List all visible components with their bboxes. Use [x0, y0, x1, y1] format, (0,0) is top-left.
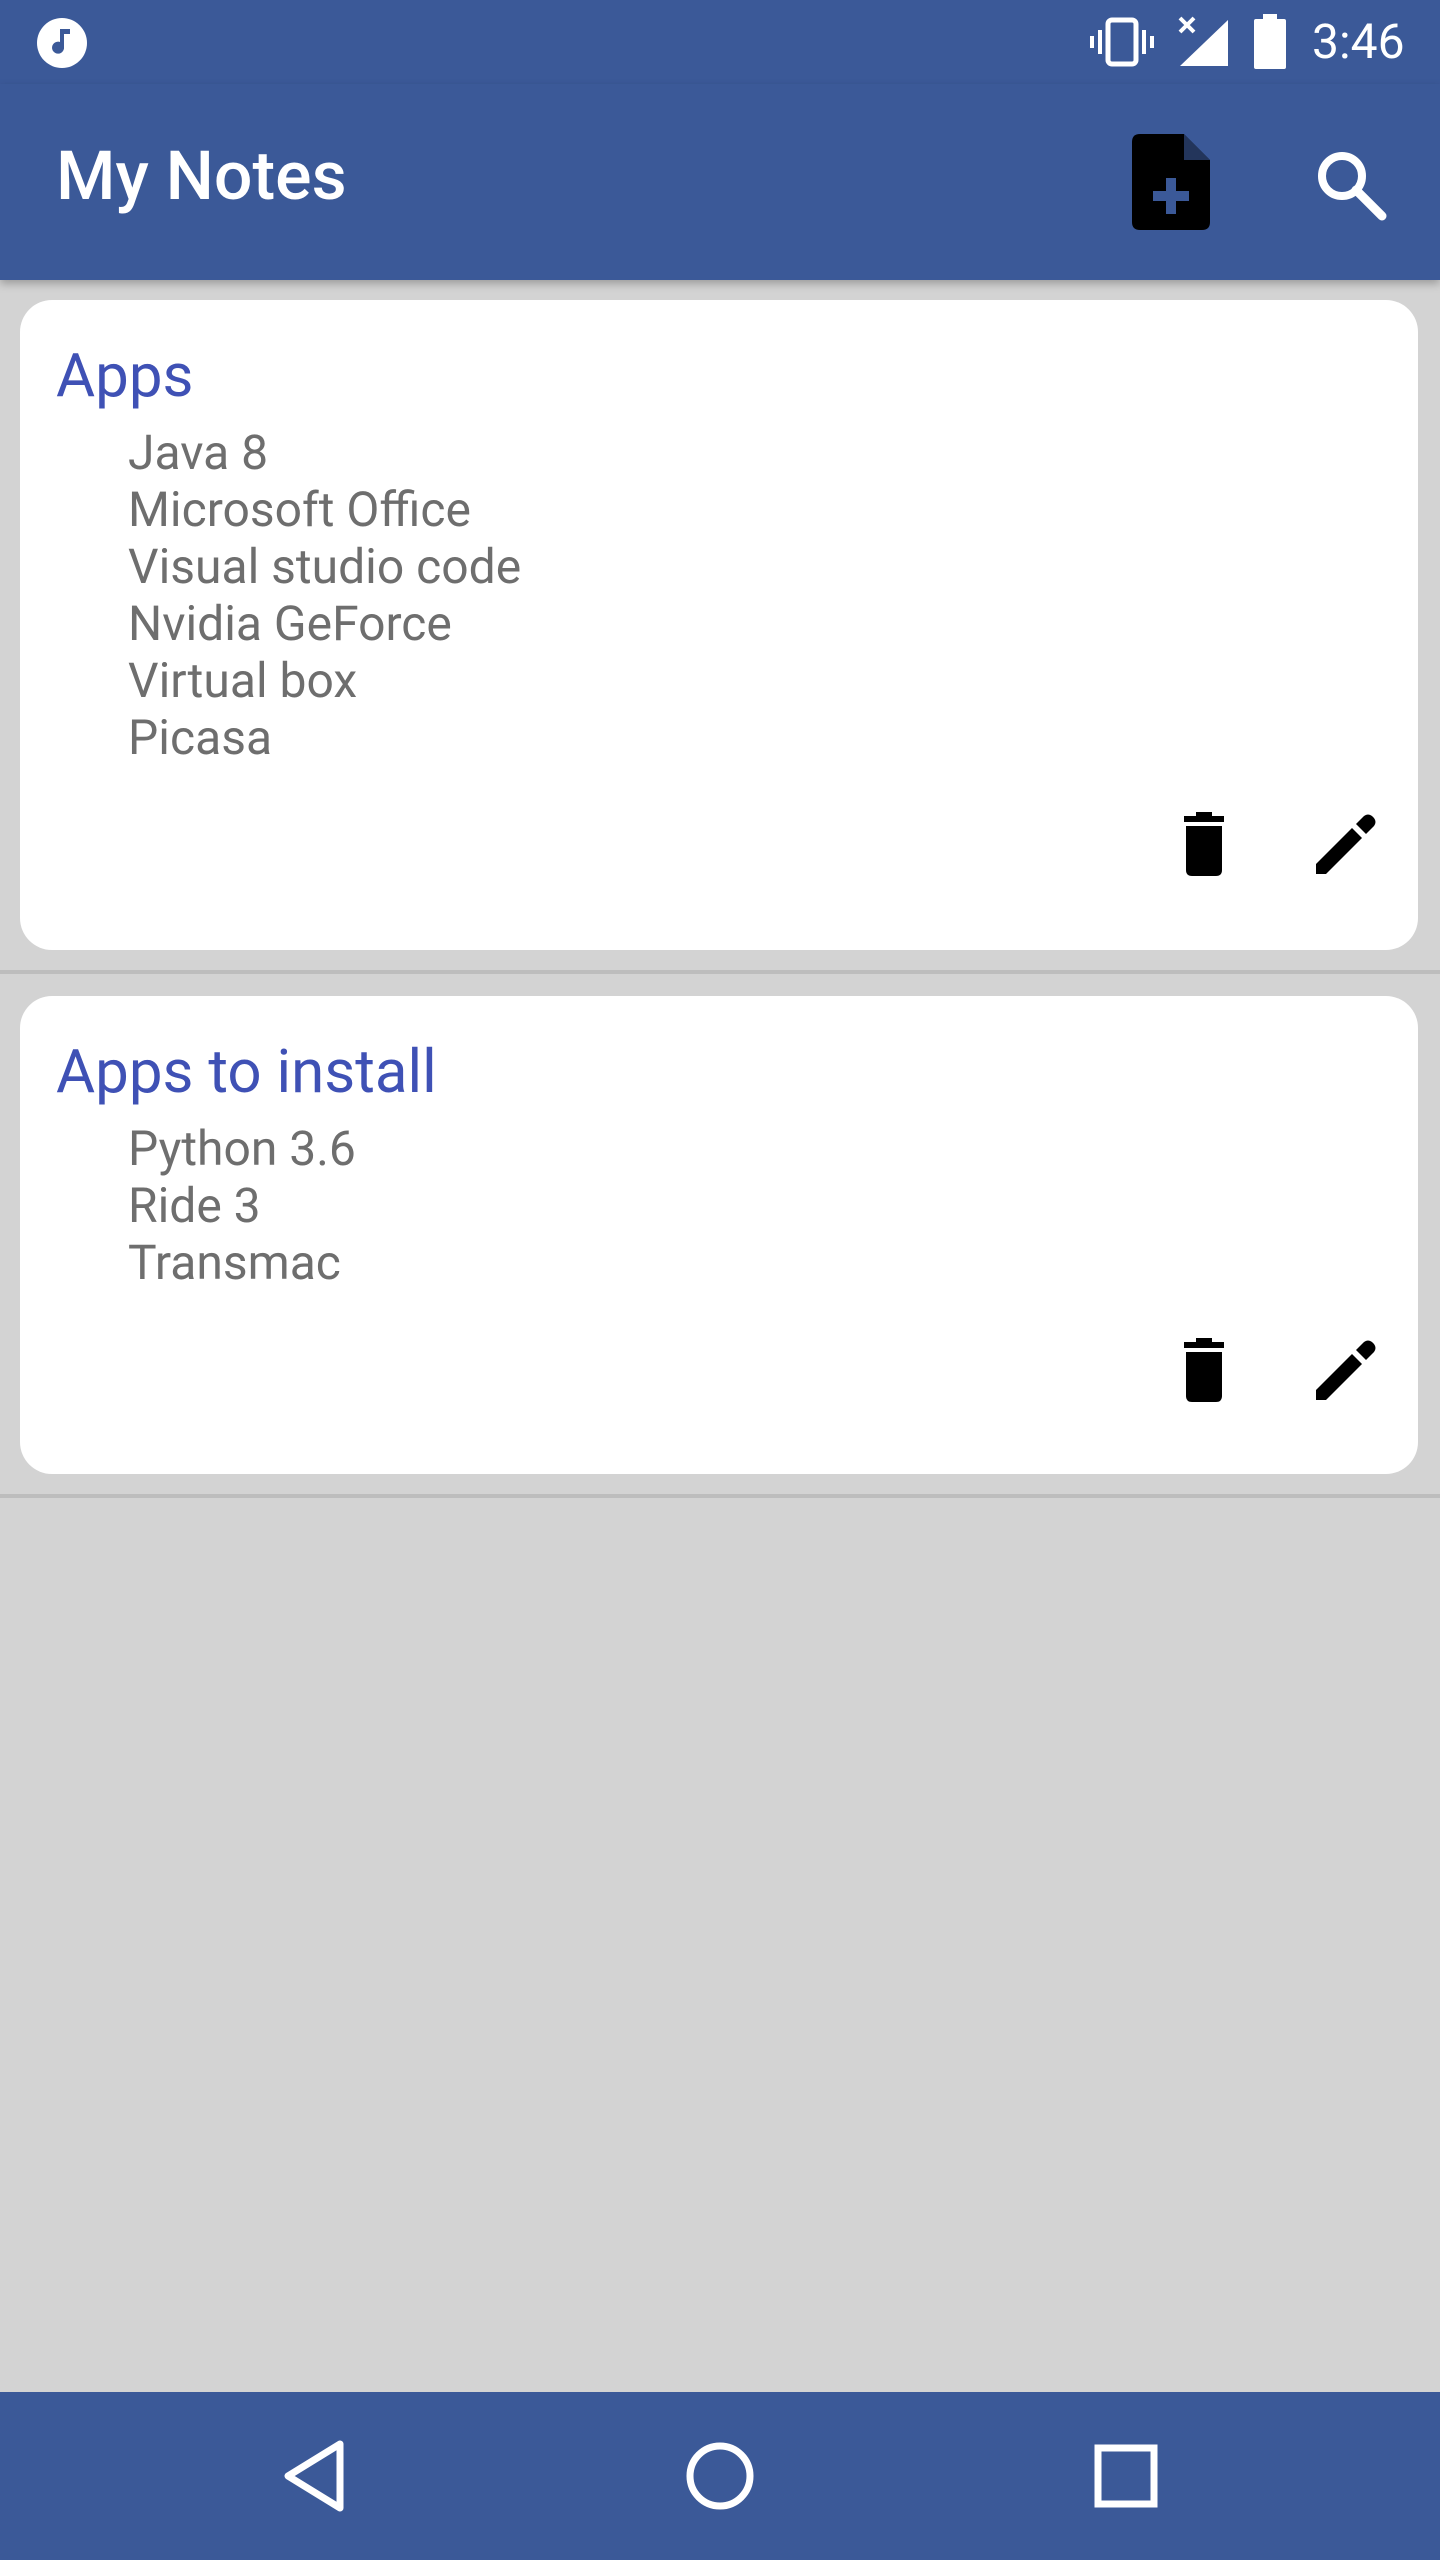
recents-icon: [1094, 2444, 1158, 2508]
nav-back-button[interactable]: [276, 2432, 364, 2520]
nav-home-button[interactable]: [676, 2432, 764, 2520]
note-line: Virtual box: [128, 652, 358, 709]
note-body: Python 3.6 Ride 3 Transmac: [128, 1120, 356, 1291]
status-bar: 3:46: [0, 0, 1440, 84]
pencil-icon: [1316, 1340, 1376, 1400]
navigation-bar: [0, 2392, 1440, 2560]
note-add-icon: [1132, 134, 1210, 230]
note-line: Java 8: [128, 424, 269, 481]
note-card[interactable]: Apps to install Python 3.6 Ride 3 Transm…: [20, 996, 1418, 1474]
delete-note-button[interactable]: [1168, 1334, 1240, 1406]
back-icon: [284, 2440, 344, 2512]
pencil-icon: [1316, 814, 1376, 874]
status-clock: 3:46: [1312, 13, 1405, 70]
note-card[interactable]: Apps Java 8 Microsoft Office Visual stud…: [20, 300, 1418, 950]
note-line: Transmac: [128, 1234, 341, 1291]
note-line: Picasa: [128, 709, 273, 766]
note-line: Microsoft Office: [128, 481, 471, 538]
note-line: Ride 3: [128, 1177, 261, 1234]
edit-note-button[interactable]: [1310, 808, 1382, 880]
note-title: Apps to install: [56, 1036, 437, 1107]
search-button[interactable]: [1312, 146, 1392, 226]
divider: [0, 1494, 1440, 1498]
note-body: Java 8 Microsoft Office Visual studio co…: [128, 424, 521, 766]
nav-recents-button[interactable]: [1082, 2432, 1170, 2520]
add-note-button[interactable]: [1132, 134, 1216, 230]
trash-icon: [1184, 1338, 1224, 1402]
vibrate-icon: [1090, 16, 1154, 68]
home-icon: [686, 2442, 754, 2510]
edit-note-button[interactable]: [1310, 1334, 1382, 1406]
signal-no-data-icon: [1176, 16, 1230, 68]
divider: [0, 970, 1440, 974]
search-icon: [1318, 152, 1387, 221]
note-line: Python 3.6: [128, 1120, 356, 1177]
battery-icon: [1252, 14, 1288, 70]
music-note-icon: [36, 17, 88, 69]
note-line: Nvidia GeForce: [128, 595, 452, 652]
app-title: My Notes: [56, 136, 347, 216]
note-title: Apps: [56, 340, 194, 411]
app-bar: My Notes: [0, 84, 1440, 280]
trash-icon: [1184, 812, 1224, 876]
note-line: Visual studio code: [128, 538, 522, 595]
delete-note-button[interactable]: [1168, 808, 1240, 880]
